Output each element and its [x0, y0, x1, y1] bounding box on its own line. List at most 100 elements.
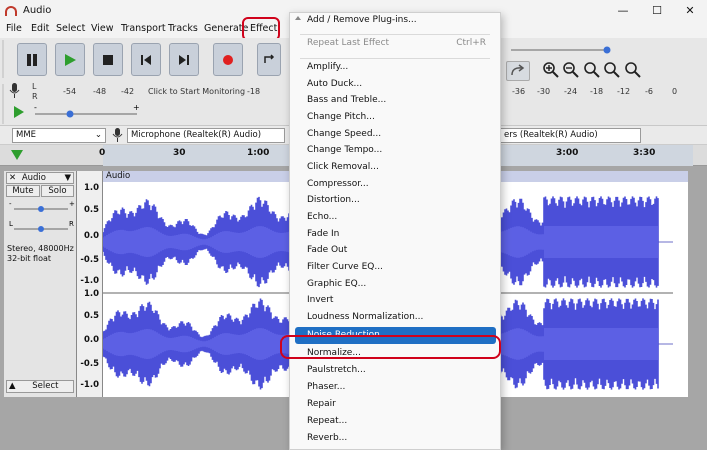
zoom-in-icon[interactable]: [542, 61, 560, 79]
track-control-panel[interactable]: ✕ Audio ▼ Mute Solo - + L R Stereo, 48000H…: [4, 171, 77, 397]
effect-menu-item-label: Distortion...: [307, 195, 360, 205]
playback-meter-scale-12: -12: [617, 87, 631, 96]
amp-label: 0.0: [83, 231, 99, 241]
track-bitdepth: 32-bit float: [7, 254, 52, 263]
effect-menu-item[interactable]: Add / Remove Plug-ins...: [290, 12, 500, 29]
effect-menu-item[interactable]: Phaser...: [290, 379, 500, 396]
play-icon: [65, 53, 76, 66]
effect-menu-item[interactable]: Amplify...: [290, 59, 500, 76]
skip-end-button[interactable]: [169, 43, 199, 76]
effect-menu-item[interactable]: Repair: [290, 396, 500, 413]
amp-label: 0.5: [83, 311, 99, 321]
track-menu-chevron-icon[interactable]: ▼: [64, 173, 71, 183]
effect-menu-item-label: Amplify...: [307, 62, 349, 72]
loop-button[interactable]: [257, 43, 281, 76]
fit-selection-icon[interactable]: [583, 61, 601, 79]
loop-icon: [264, 53, 275, 63]
effect-menu-item[interactable]: Auto Duck...: [290, 76, 500, 93]
track-info: Stereo, 48000Hz 32-bit float: [7, 244, 74, 264]
play-at-speed-icon[interactable]: [12, 104, 26, 120]
redo-icon: [511, 64, 525, 76]
amp-label: -1.0: [80, 380, 99, 390]
effect-menu-item[interactable]: Change Pitch...: [290, 109, 500, 126]
effect-menu-item-label: Reverb...: [307, 433, 348, 443]
effect-menu-item[interactable]: Paulstretch...: [290, 362, 500, 379]
effect-menu-item[interactable]: Reverb...: [290, 430, 500, 447]
effect-menu-item-label: Auto Duck...: [307, 79, 363, 89]
effect-menu-item[interactable]: Fade In: [290, 226, 500, 243]
chevron-down-icon: ⌄: [94, 130, 102, 140]
mute-button[interactable]: Mute: [6, 185, 40, 197]
track-close-icon[interactable]: ✕: [9, 173, 16, 183]
meter-left-label: L: [32, 82, 37, 91]
effect-menu-item[interactable]: Compressor...: [290, 176, 500, 193]
recording-device-mic-icon: [112, 128, 123, 142]
effect-menu-item-label: Click Removal...: [307, 162, 379, 172]
effect-menu-item-label: Filter Curve EQ...: [307, 262, 383, 272]
microphone-icon: [9, 83, 20, 98]
minimize-button[interactable]: —: [606, 0, 640, 21]
stop-button[interactable]: [93, 43, 123, 76]
skip-start-button[interactable]: [131, 43, 161, 76]
menu-select[interactable]: Select: [56, 23, 85, 34]
effect-menu-item-label: Repair: [307, 399, 336, 409]
track-select-button[interactable]: ▲ Select: [6, 380, 74, 393]
recording-device-select[interactable]: Microphone (Realtek(R) Audio): [127, 128, 285, 143]
effect-menu-item-label: Change Speed...: [307, 129, 382, 139]
amp-label: 1.0: [83, 183, 99, 193]
effect-menu-item[interactable]: Distortion...: [290, 192, 500, 209]
playback-meter-scale-18: -18: [590, 87, 604, 96]
menu-file[interactable]: File: [6, 23, 22, 34]
effect-menu-item[interactable]: Echo...: [290, 209, 500, 226]
pause-button[interactable]: [17, 43, 47, 76]
record-button[interactable]: [213, 43, 243, 76]
effect-menu-item-label: Repeat...: [307, 416, 348, 426]
play-button[interactable]: [55, 43, 85, 76]
effect-menu-item[interactable]: Repeat...: [290, 413, 500, 430]
menu-edit[interactable]: Edit: [31, 23, 49, 34]
effect-menu-item[interactable]: Click Removal...: [290, 159, 500, 176]
menu-view[interactable]: View: [91, 23, 114, 34]
audio-host-select[interactable]: MME ⌄: [12, 128, 106, 143]
solo-button[interactable]: Solo: [41, 185, 74, 197]
effect-menu-item: Repeat Last Effect Ctrl+R: [290, 35, 500, 52]
meter-monitor-text[interactable]: Click to Start Monitoring: [148, 87, 245, 96]
effect-menu-item[interactable]: Change Tempo...: [290, 142, 500, 159]
zoom-out-icon[interactable]: [562, 61, 580, 79]
ruler-tick-3-00: 3:00: [556, 148, 579, 158]
amp-label: 0.5: [83, 205, 99, 215]
ruler-tick-1-00: 1:00: [247, 148, 270, 158]
speed-slider[interactable]: - +: [32, 104, 142, 122]
maximize-button[interactable]: ☐: [640, 0, 674, 21]
effect-menu-item[interactable]: Loudness Normalization...: [290, 309, 500, 326]
fit-project-icon[interactable]: [603, 61, 621, 79]
menu-transport[interactable]: Transport: [121, 23, 166, 34]
effect-menu-item[interactable]: Invert: [290, 292, 500, 309]
effect-menu-item-label: Invert: [307, 295, 334, 305]
noise-reduction-annotation: [280, 335, 501, 359]
meter-scale-54: -54: [63, 87, 77, 96]
amplitude-ruler: 1.0 0.5 0.0 -0.5 -1.0 1.0 0.5 0.0 -0.5 -…: [77, 171, 103, 397]
zoom-toggle-icon[interactable]: [624, 61, 642, 79]
record-icon: [223, 54, 233, 65]
playback-device-select[interactable]: ers (Realtek(R) Audio): [501, 128, 641, 143]
track-format: Stereo, 48000Hz: [7, 244, 74, 253]
meter-scale-18: -18: [247, 87, 261, 96]
effect-menu-item[interactable]: Filter Curve EQ...: [290, 259, 500, 276]
svg-text:-: -: [9, 200, 12, 208]
timeline-play-head-icon[interactable]: [10, 148, 24, 162]
effect-dropdown-menu: Add / Remove Plug-ins... Repeat Last Effe…: [289, 12, 501, 450]
gain-pan-sliders[interactable]: - + L R: [6, 199, 76, 239]
close-button[interactable]: ✕: [673, 0, 707, 21]
effect-menu-item[interactable]: Graphic EQ...: [290, 276, 500, 293]
effect-menu-item[interactable]: Fade Out: [290, 242, 500, 259]
svg-text:-: -: [34, 104, 37, 112]
collapse-track-icon[interactable]: ▲: [9, 381, 16, 391]
track-name-bar[interactable]: ✕ Audio ▼: [6, 172, 74, 184]
menu-separator: [300, 34, 490, 35]
menu-tracks[interactable]: Tracks: [168, 23, 198, 34]
redo-button[interactable]: [506, 61, 530, 81]
ruler-tick-0: 0: [99, 148, 106, 158]
effect-menu-item[interactable]: Bass and Treble...: [290, 92, 500, 109]
effect-menu-item[interactable]: Change Speed...: [290, 126, 500, 143]
